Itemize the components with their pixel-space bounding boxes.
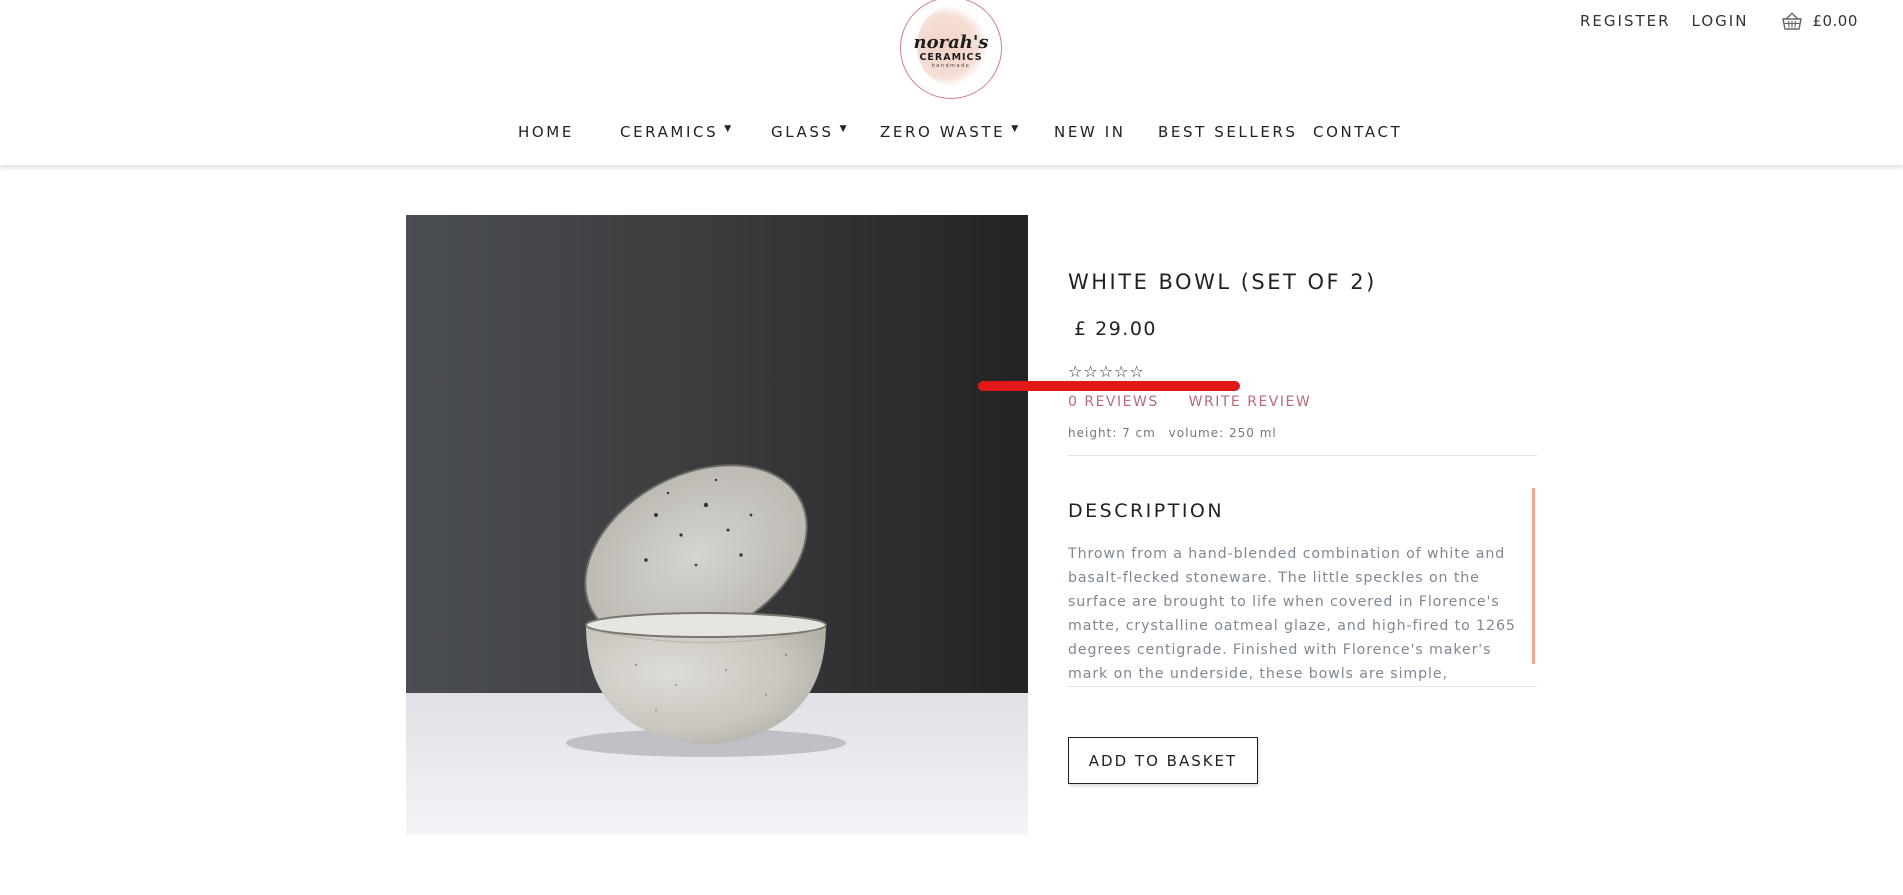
nav-item-label: CERAMICS — [620, 123, 719, 141]
reviews-count-link[interactable]: 0 REVIEWS — [1068, 394, 1159, 410]
logo-name: norah's — [913, 31, 989, 53]
logo-subtitle: CERAMICS — [919, 51, 983, 63]
product-price: £ 29.00 — [1074, 318, 1158, 340]
login-link[interactable]: LOGIN — [1692, 12, 1749, 30]
basket-icon — [1782, 12, 1803, 30]
product-specs: height: 7 cm volume: 250 ml — [1068, 426, 1277, 440]
logo-tagline: handmade — [931, 62, 971, 69]
cart-link[interactable]: £0.00 — [1782, 12, 1857, 30]
main-nav: HOME CERAMICS ▼ GLASS ▼ ZERO WASTE ▼ NEW… — [0, 123, 1903, 143]
add-to-basket-button[interactable]: ADD TO BASKET — [1068, 737, 1258, 784]
description-scrollbar[interactable] — [1532, 488, 1535, 664]
nav-item-new-in[interactable]: NEW IN — [1054, 123, 1126, 141]
cart-total: £0.00 — [1812, 12, 1858, 30]
description-text[interactable]: Thrown from a hand-blended combination o… — [1068, 542, 1530, 684]
nav-item-ceramics[interactable]: CERAMICS ▼ — [620, 123, 731, 141]
register-link[interactable]: REGISTER — [1580, 12, 1671, 30]
nav-item-label: CONTACT — [1313, 123, 1403, 141]
nav-item-zero-waste[interactable]: ZERO WASTE ▼ — [880, 123, 1018, 141]
caret-down-icon: ▼ — [1011, 124, 1019, 134]
spec-volume: volume: 250 ml — [1168, 426, 1277, 440]
bowl-photo — [406, 215, 1028, 835]
rating-stars[interactable]: ☆☆☆☆☆ — [1068, 362, 1145, 381]
account-links: REGISTER LOGIN £0.00 — [1580, 12, 1858, 30]
write-review-link[interactable]: WRITE REVIEW — [1189, 394, 1312, 410]
divider — [1068, 455, 1537, 456]
nav-item-glass[interactable]: GLASS ▼ — [771, 123, 847, 141]
nav-item-label: NEW IN — [1054, 123, 1126, 141]
review-links: 0 REVIEWS WRITE REVIEW — [1068, 394, 1311, 410]
caret-down-icon: ▼ — [724, 124, 732, 134]
site-header: norah's CERAMICS handmade REGISTER LOGIN… — [0, 0, 1903, 166]
product-image[interactable] — [406, 215, 1028, 835]
nav-item-contact[interactable]: CONTACT — [1313, 123, 1402, 141]
nav-item-label: BEST SELLERS — [1158, 123, 1298, 141]
nav-item-label: ZERO WASTE — [880, 123, 1006, 141]
description-heading: DESCRIPTION — [1068, 500, 1225, 522]
caret-down-icon: ▼ — [839, 124, 847, 134]
nav-item-label: GLASS — [771, 123, 834, 141]
annotation-mark — [978, 381, 1240, 391]
divider — [1068, 686, 1537, 687]
nav-item-label: HOME — [518, 123, 574, 141]
spec-height: height: 7 cm — [1068, 426, 1156, 440]
product-title: WHITE BOWL (SET OF 2) — [1068, 270, 1377, 294]
brand-logo[interactable]: norah's CERAMICS handmade — [900, 0, 1002, 99]
nav-item-home[interactable]: HOME — [518, 123, 574, 141]
nav-item-best-sellers[interactable]: BEST SELLERS — [1158, 123, 1298, 141]
